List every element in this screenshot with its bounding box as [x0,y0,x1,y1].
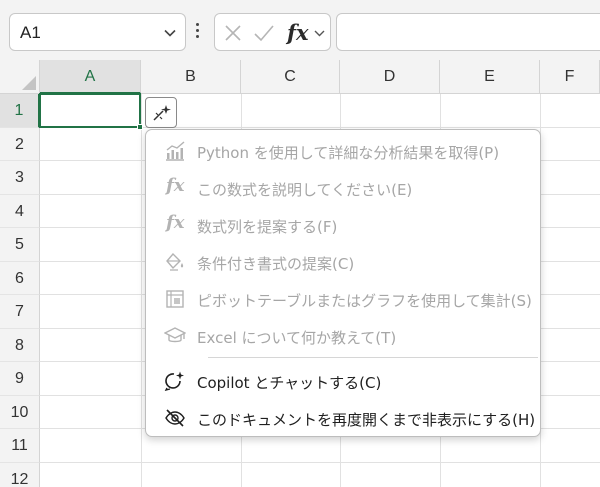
row-header-3[interactable]: 3 [0,161,40,195]
row-header-4[interactable]: 4 [0,195,40,228]
menu-item-label: Excel について何か教えて(T) [197,329,397,347]
row-header-8[interactable]: 8 [0,329,40,362]
menu-item-explain-formula[interactable]: fx この数式を説明してください(E) [146,170,540,206]
menu-item-python-analysis[interactable]: Python を使用して詳細な分析結果を取得(P) [146,133,540,169]
column-header-b[interactable]: B [141,60,241,94]
menu-item-label: ピボットテーブルまたはグラフを使用して集計(S) [197,292,532,310]
column-header-a[interactable]: A [40,60,141,94]
column-header-e[interactable]: E [440,60,540,94]
row-header-11[interactable]: 11 [0,429,40,463]
copilot-context-menu: Python を使用して詳細な分析結果を取得(P) fx この数式を説明してくだ… [145,129,541,437]
more-options-icon[interactable] [194,23,200,41]
menu-item-label: 条件付き書式の提案(C) [197,255,355,273]
eye-off-icon [165,409,185,427]
chart-trend-icon [166,141,185,161]
formula-bar: A1 fx [0,0,600,60]
graduation-cap-icon [164,327,186,343]
column-header-c[interactable]: C [241,60,340,94]
formula-input[interactable] [336,13,600,51]
select-all-button[interactable] [0,60,40,94]
menu-separator [208,357,538,358]
menu-item-copilot-chat[interactable]: Copilot とチャットする(C) [146,363,540,399]
menu-item-suggest-formula-column[interactable]: fx 数式列を提案する(F) [146,207,540,243]
formula-controls: fx [214,13,331,51]
insert-function-icon[interactable]: fx [287,20,309,45]
name-box[interactable]: A1 [9,13,186,51]
excel-window: A1 fx A B C D E F 1 2 3 4 5 6 7 8 9 10 11 12 [0,0,600,487]
menu-item-label: 数式列を提案する(F) [197,218,338,236]
row-header-2[interactable]: 2 [0,128,40,161]
copilot-sparkle-button[interactable] [145,97,177,128]
cancel-icon[interactable] [223,23,243,43]
menu-item-conditional-format[interactable]: 条件付き書式の提案(C) [146,244,540,280]
pivot-table-icon [166,290,184,308]
row-header-9[interactable]: 9 [0,362,40,396]
grid-row-line [40,462,600,463]
menu-item-pivot-summary[interactable]: ピボットテーブルまたはグラフを使用して集計(S) [146,281,540,317]
copilot-chat-icon [164,371,184,391]
fx-icon: fx [166,175,185,196]
column-header-f[interactable]: F [540,60,600,94]
sparkle-wand-icon [153,105,171,121]
active-cell-a1[interactable] [39,93,143,130]
menu-item-label: このドキュメントを再度開くまで非表示にする(H) [197,411,536,429]
name-box-value: A1 [20,23,41,42]
fill-handle[interactable] [137,124,143,130]
menu-item-label: Python を使用して詳細な分析結果を取得(P) [197,144,500,162]
menu-item-label: Copilot とチャットする(C) [197,374,382,392]
menu-item-label: この数式を説明してください(E) [197,181,413,199]
enter-check-icon[interactable] [253,23,275,43]
chevron-down-icon[interactable] [313,27,326,40]
row-header-5[interactable]: 5 [0,228,40,262]
menu-item-hide-until-reopen[interactable]: このドキュメントを再度開くまで非表示にする(H) [146,400,540,436]
menu-item-teach-excel[interactable]: Excel について何か教えて(T) [146,318,540,354]
column-header-d[interactable]: D [340,60,440,94]
paint-bucket-icon [166,252,184,271]
row-header-1[interactable]: 1 [0,94,40,128]
row-header-6[interactable]: 6 [0,262,40,295]
fx-icon: fx [166,212,185,233]
row-header-7[interactable]: 7 [0,295,40,329]
row-header-10[interactable]: 10 [0,396,40,429]
row-header-12[interactable]: 12 [0,463,40,487]
chevron-down-icon[interactable] [163,26,177,40]
